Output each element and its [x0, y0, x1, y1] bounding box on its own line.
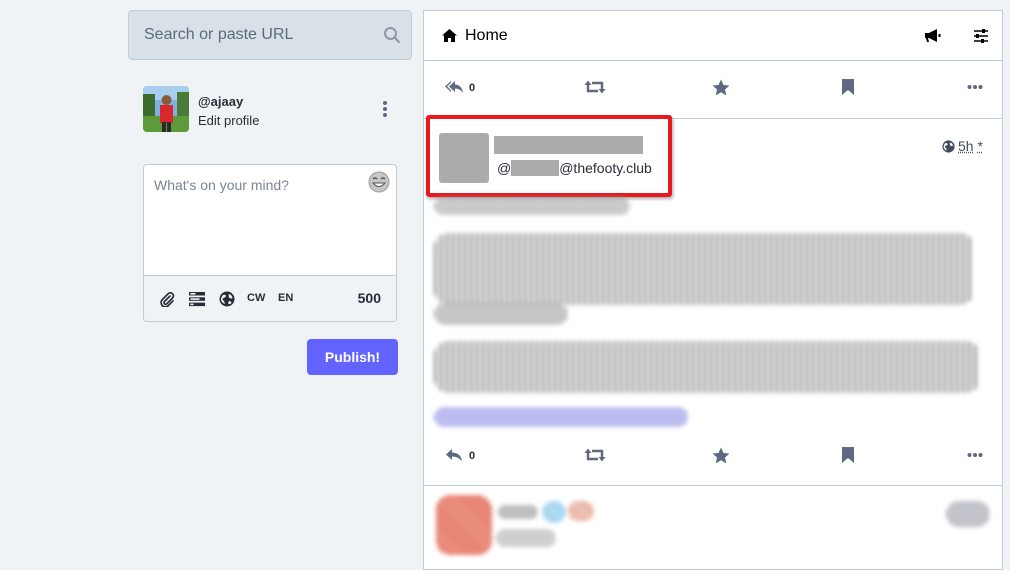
globe-icon[interactable]: [219, 291, 235, 312]
public-globe-icon: [942, 140, 955, 156]
home-icon: [442, 29, 457, 47]
bookmark-icon[interactable]: [842, 79, 854, 100]
settings-sliders-icon[interactable]: [973, 28, 989, 49]
column-header: Home: [424, 11, 1002, 61]
boost-icon[interactable]: [584, 447, 606, 468]
status-action-bar: 0: [424, 437, 1002, 477]
character-counter: 500: [358, 290, 381, 306]
edit-profile-link[interactable]: Edit profile: [198, 113, 259, 128]
reply-icon[interactable]: [444, 447, 464, 468]
publish-button[interactable]: Publish!: [307, 339, 398, 375]
search-icon[interactable]: [383, 26, 401, 49]
home-column: Home 0 @ @thefooty.club 5h * 0: [423, 10, 1003, 570]
more-options-icon[interactable]: [967, 79, 983, 100]
redacted-content: [946, 501, 990, 527]
poll-icon[interactable]: [188, 291, 206, 312]
status-divider: [424, 485, 1002, 486]
status-action-bar: 0: [424, 69, 1002, 109]
paperclip-icon[interactable]: [159, 291, 175, 312]
status-timestamp[interactable]: 5h *: [942, 138, 983, 156]
language-button[interactable]: EN: [278, 292, 293, 304]
announcements-icon[interactable]: [924, 28, 942, 48]
favourite-star-icon[interactable]: [712, 79, 730, 101]
redacted-content: [542, 501, 566, 523]
emoji-picker-icon[interactable]: [368, 171, 390, 193]
redacted-content: [568, 501, 594, 521]
column-title[interactable]: Home: [465, 27, 508, 45]
redacted-content: [434, 303, 568, 325]
account-handle[interactable]: @ajaay: [198, 94, 243, 109]
compose-toolbar: CW EN 500: [144, 275, 396, 321]
content-warning-button[interactable]: CW: [247, 292, 265, 304]
bookmark-icon[interactable]: [842, 447, 854, 468]
redacted-content: [496, 529, 556, 547]
redacted-content: [434, 233, 974, 305]
highlight-box: [426, 115, 672, 197]
avatar[interactable]: [143, 86, 189, 132]
kebab-menu-icon[interactable]: [378, 99, 392, 119]
reply-count: 0: [469, 82, 475, 94]
more-options-icon[interactable]: [967, 447, 983, 468]
search-input[interactable]: [129, 11, 384, 59]
redacted-content: [498, 505, 538, 519]
redacted-link: [434, 407, 688, 427]
favourite-star-icon[interactable]: [712, 447, 730, 469]
compose-form: CW EN 500: [143, 164, 397, 322]
reply-all-icon[interactable]: [444, 79, 464, 100]
reply-count: 0: [469, 450, 475, 462]
search-box: [128, 10, 412, 60]
redacted-content: [434, 197, 630, 215]
boost-icon[interactable]: [584, 79, 606, 100]
compose-textarea[interactable]: [144, 165, 366, 273]
redacted-content: [434, 341, 980, 393]
redacted-avatar: [436, 495, 492, 555]
